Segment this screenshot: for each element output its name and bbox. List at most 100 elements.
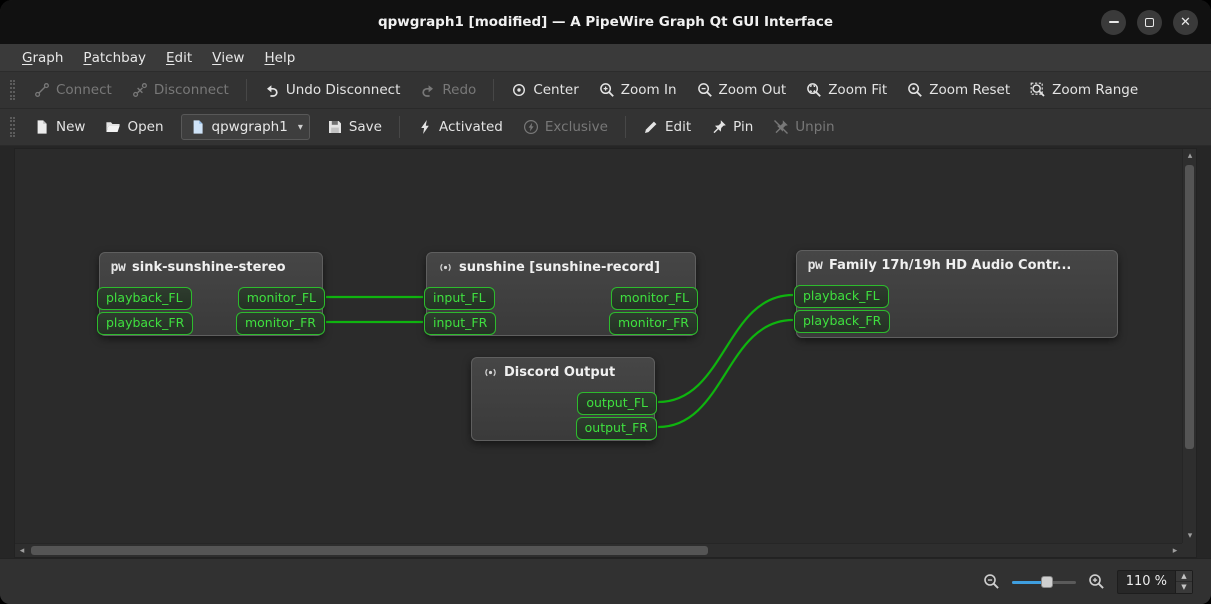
pipewire-icon: pw <box>110 259 126 275</box>
port-input_FR[interactable]: input_FR <box>424 312 497 335</box>
node-header: Discord Output <box>472 358 654 384</box>
scroll-down-arrow-icon[interactable]: ▾ <box>1183 529 1197 543</box>
menubar: Graph Patchbay Edit View Help <box>0 44 1211 72</box>
port-playback_FL[interactable]: playback_FL <box>97 287 192 310</box>
zoom-in-mini-icon[interactable] <box>1088 573 1105 590</box>
port-monitor_FL[interactable]: monitor_FL <box>237 287 325 310</box>
edit-button[interactable]: Edit <box>634 113 700 142</box>
scrollbar-corner <box>1182 543 1196 557</box>
center-icon <box>511 82 527 98</box>
new-button[interactable]: New <box>25 113 94 142</box>
titlebar[interactable]: qpwgraph1 [modified] — A PipeWire Graph … <box>0 0 1211 44</box>
scroll-up-arrow-icon[interactable]: ▴ <box>1183 149 1197 163</box>
zoom-range-button[interactable]: Zoom Range <box>1021 76 1147 105</box>
toolbar-button-label: Connect <box>56 82 112 98</box>
port-monitor_FL[interactable]: monitor_FL <box>610 287 698 310</box>
minimize-button[interactable] <box>1101 9 1126 35</box>
minimize-icon <box>1108 21 1119 23</box>
horizontal-scroll-thumb[interactable] <box>31 546 708 555</box>
window-controls: ✕ <box>1101 0 1198 44</box>
port-output_FR[interactable]: output_FR <box>575 417 657 440</box>
maximize-icon <box>1145 17 1154 27</box>
zoom-value: 110 % <box>1125 574 1167 589</box>
pin-icon <box>711 119 727 135</box>
menu-view[interactable]: View <box>202 44 254 71</box>
toolbar-button-label: Zoom Range <box>1052 82 1139 98</box>
toolbar-handle[interactable] <box>10 117 15 137</box>
node-title: sunshine [sunshine-record] <box>459 259 660 275</box>
toolbar-main: Connect Disconnect Undo Disconnect Redo Cent… <box>0 72 1211 109</box>
spin-down-button[interactable]: ▼ <box>1176 581 1192 593</box>
node-title: sink-sunshine-stereo <box>132 259 286 275</box>
port-monitor_FR[interactable]: monitor_FR <box>235 312 325 335</box>
port-output_FL[interactable]: output_FL <box>577 392 657 415</box>
zoom-out-mini-icon[interactable] <box>983 573 1000 590</box>
node-header: pw sink-sunshine-stereo <box>100 253 322 279</box>
graph-node[interactable]: Discord Output output_FL output_FR <box>471 357 657 441</box>
close-button[interactable]: ✕ <box>1173 9 1198 35</box>
open-button[interactable]: Open <box>96 113 172 142</box>
activated-button[interactable]: Activated <box>408 113 512 142</box>
file-icon <box>190 119 206 135</box>
toolbar-button-label: Undo Disconnect <box>285 82 401 98</box>
center-button[interactable]: Center <box>502 76 587 105</box>
port-playback_FL[interactable]: playback_FL <box>794 285 889 308</box>
disconnect-button[interactable]: Disconnect <box>123 76 238 105</box>
undo-disconnect-button[interactable]: Undo Disconnect <box>255 76 410 105</box>
close-icon: ✕ <box>1180 14 1191 30</box>
pin-button[interactable]: Pin <box>702 113 762 142</box>
port-playback_FR[interactable]: playback_FR <box>794 310 891 333</box>
unpin-button[interactable]: Unpin <box>764 113 843 142</box>
node-header: sunshine [sunshine-record] <box>427 253 695 279</box>
port-monitor_FR[interactable]: monitor_FR <box>608 312 698 335</box>
port-input_FL[interactable]: input_FL <box>424 287 495 310</box>
activated-icon <box>417 119 433 135</box>
toolbar-button-label: Zoom Fit <box>828 82 888 98</box>
menu-graph[interactable]: Graph <box>12 44 73 71</box>
graph-node[interactable]: sunshine [sunshine-record] input_FL input_… <box>424 252 698 336</box>
redo-icon <box>420 82 436 98</box>
save-icon <box>327 119 343 135</box>
toolbar-separator <box>624 116 626 138</box>
connect-button[interactable]: Connect <box>25 76 121 105</box>
scroll-right-arrow-icon[interactable]: ▸ <box>1168 544 1182 558</box>
zoom-slider[interactable] <box>1011 574 1076 590</box>
chevron-down-icon: ▾ <box>297 121 303 133</box>
port-playback_FR[interactable]: playback_FR <box>97 312 194 335</box>
menu-patchbay[interactable]: Patchbay <box>73 44 156 71</box>
zoom-range-icon <box>1030 82 1046 98</box>
toolbar-patchbay: New Open qpwgraph1 ▾ Save Activated Exclusive E… <box>0 109 1211 146</box>
statusbar: 110 % ▲ ▼ <box>0 558 1211 604</box>
toolbar-button-label: Unpin <box>795 119 835 135</box>
toolbar-button-label: Center <box>533 82 579 98</box>
zoom-slider-handle[interactable] <box>1040 575 1053 588</box>
pipewire-icon: pw <box>807 257 823 273</box>
zoom-fit-icon <box>806 82 822 98</box>
spin-up-button[interactable]: ▲ <box>1176 570 1192 581</box>
node-header: pw Family 17h/19h HD Audio Contr... <box>797 251 1117 277</box>
zoom-spinbox[interactable]: 110 % ▲ ▼ <box>1116 569 1193 594</box>
redo-button[interactable]: Redo <box>411 76 485 105</box>
open-icon <box>105 119 121 135</box>
zoom-out-button[interactable]: Zoom Out <box>688 76 796 105</box>
menu-edit[interactable]: Edit <box>156 44 202 71</box>
graph-node[interactable]: pw sink-sunshine-stereo playback_FL playbac… <box>97 252 325 336</box>
zoom-reset-button[interactable]: Zoom Reset <box>898 76 1019 105</box>
menu-help[interactable]: Help <box>254 44 305 71</box>
zoom-fit-button[interactable]: Zoom Fit <box>797 76 896 105</box>
vertical-scroll-thumb[interactable] <box>1185 165 1194 449</box>
horizontal-scrollbar[interactable]: ◂ ▸ <box>15 543 1182 557</box>
exclusive-button[interactable]: Exclusive <box>514 113 617 142</box>
zoom-in-button[interactable]: Zoom In <box>590 76 686 105</box>
graph-node[interactable]: pw Family 17h/19h HD Audio Contr... playba… <box>794 250 1118 338</box>
toolbar-button-label: Zoom Reset <box>929 82 1011 98</box>
scroll-left-arrow-icon[interactable]: ◂ <box>15 544 29 558</box>
vertical-scrollbar[interactable]: ▴ ▾ <box>1182 149 1196 543</box>
toolbar-handle[interactable] <box>10 80 15 100</box>
save-button[interactable]: Save <box>318 113 391 142</box>
nodes-layer: pw sink-sunshine-stereo playback_FL playbac… <box>15 149 1182 543</box>
maximize-button[interactable] <box>1137 9 1162 35</box>
edit-icon <box>643 119 659 135</box>
graph-canvas[interactable]: pw sink-sunshine-stereo playback_FL playbac… <box>14 148 1197 558</box>
patchbay-file-combo[interactable]: qpwgraph1 ▾ <box>180 114 310 140</box>
